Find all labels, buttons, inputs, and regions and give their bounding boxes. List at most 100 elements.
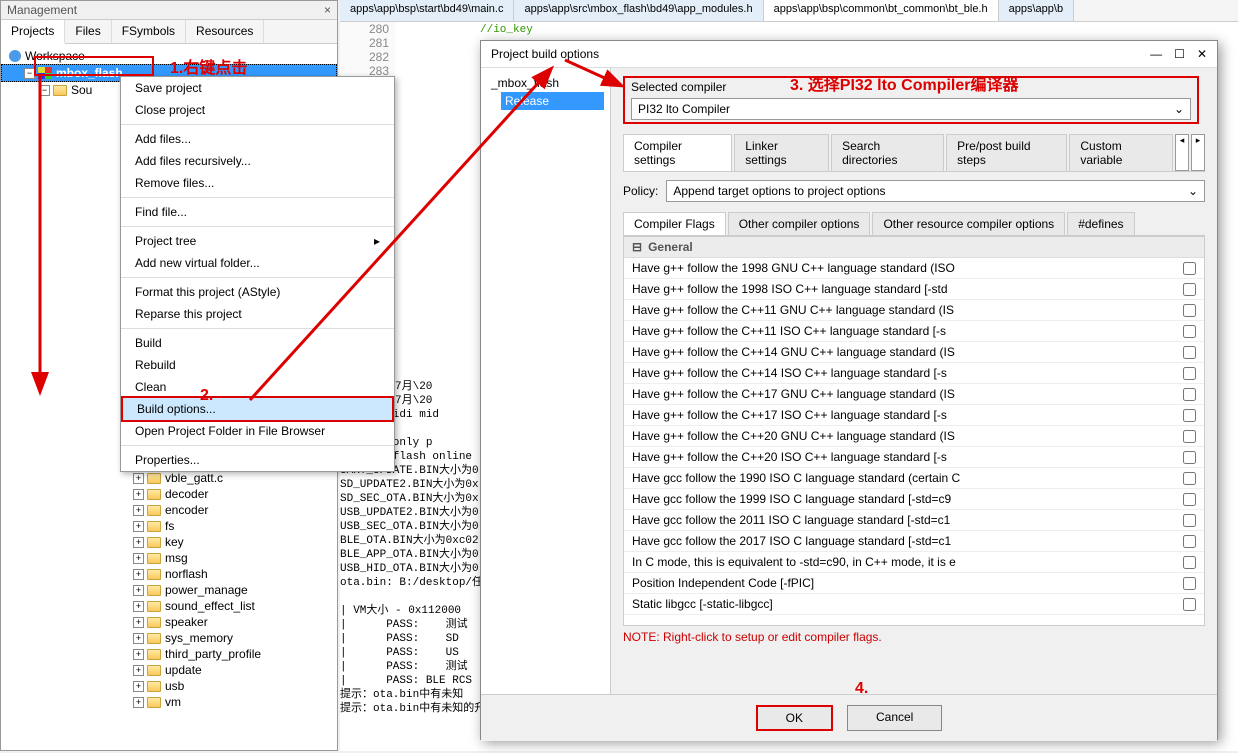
tree-expand-icon[interactable]: + bbox=[133, 617, 144, 628]
flag-checkbox[interactable] bbox=[1183, 325, 1196, 338]
tree-expand-icon[interactable]: + bbox=[133, 505, 144, 516]
tree-item[interactable]: +sys_memory bbox=[1, 630, 337, 646]
ctx-format-astyle[interactable]: Format this project (AStyle) bbox=[121, 281, 394, 303]
tree-item[interactable]: +vm bbox=[1, 694, 337, 710]
flag-row[interactable]: Have gcc follow the 2011 ISO C language … bbox=[624, 510, 1204, 531]
tree-expand-icon[interactable]: + bbox=[133, 665, 144, 676]
tree-expand-icon[interactable]: + bbox=[133, 553, 144, 564]
tree-expand-icon[interactable]: + bbox=[133, 537, 144, 548]
tab-prepost[interactable]: Pre/post build steps bbox=[946, 134, 1067, 171]
ctx-build[interactable]: Build bbox=[121, 332, 394, 354]
tree-item[interactable]: +encoder bbox=[1, 502, 337, 518]
flag-row[interactable]: Have g++ follow the C++17 ISO C++ langua… bbox=[624, 405, 1204, 426]
ctx-build-options[interactable]: Build options... bbox=[121, 396, 394, 422]
editor-tab[interactable]: apps\app\b bbox=[999, 0, 1074, 21]
maximize-icon[interactable]: ☐ bbox=[1174, 47, 1185, 61]
flag-row[interactable]: Have g++ follow the C++20 GNU C++ langua… bbox=[624, 426, 1204, 447]
subtab-compiler-flags[interactable]: Compiler Flags bbox=[623, 212, 726, 235]
tree-collapse-icon[interactable]: − bbox=[24, 68, 35, 79]
flag-checkbox[interactable] bbox=[1183, 388, 1196, 401]
ok-button[interactable]: OK bbox=[756, 705, 833, 731]
tree-expand-icon[interactable]: + bbox=[133, 521, 144, 532]
editor-tab[interactable]: apps\app\bsp\common\bt_common\bt_ble.h bbox=[764, 0, 999, 21]
workspace-node[interactable]: Workspace bbox=[1, 48, 337, 64]
flag-row[interactable]: Have g++ follow the C++17 GNU C++ langua… bbox=[624, 384, 1204, 405]
ctx-add-virtual-folder[interactable]: Add new virtual folder... bbox=[121, 252, 394, 274]
minimize-icon[interactable]: — bbox=[1150, 47, 1162, 61]
tab-scroll-left-icon[interactable]: ◂ bbox=[1175, 134, 1189, 171]
tree-collapse-icon[interactable]: − bbox=[39, 85, 50, 96]
ctx-open-folder[interactable]: Open Project Folder in File Browser bbox=[121, 420, 394, 442]
flag-checkbox[interactable] bbox=[1183, 262, 1196, 275]
flag-checkbox[interactable] bbox=[1183, 346, 1196, 359]
ctx-find-file[interactable]: Find file... bbox=[121, 201, 394, 223]
ctx-close-project[interactable]: Close project bbox=[121, 99, 394, 121]
tree-expand-icon[interactable]: + bbox=[133, 649, 144, 660]
tab-files[interactable]: Files bbox=[65, 20, 111, 43]
tree-item[interactable]: +key bbox=[1, 534, 337, 550]
tree-item[interactable]: +power_manage bbox=[1, 582, 337, 598]
editor-tab[interactable]: apps\app\bsp\start\bd49\main.c bbox=[340, 0, 514, 21]
tab-projects[interactable]: Projects bbox=[1, 20, 65, 44]
tab-fsymbols[interactable]: FSymbols bbox=[112, 20, 186, 43]
subtab-defines[interactable]: #defines bbox=[1067, 212, 1134, 235]
target-release[interactable]: Release bbox=[501, 92, 604, 110]
management-close-icon[interactable]: × bbox=[324, 3, 331, 17]
ctx-clean[interactable]: Clean bbox=[121, 376, 394, 398]
tab-scroll-right-icon[interactable]: ▸ bbox=[1191, 134, 1205, 171]
flag-checkbox[interactable] bbox=[1183, 598, 1196, 611]
flag-row[interactable]: Have g++ follow the C++20 ISO C++ langua… bbox=[624, 447, 1204, 468]
flag-row[interactable]: Have g++ follow the 1998 GNU C++ languag… bbox=[624, 258, 1204, 279]
flag-row[interactable]: Have g++ follow the C++11 ISO C++ langua… bbox=[624, 321, 1204, 342]
subtab-other-compiler[interactable]: Other compiler options bbox=[728, 212, 871, 235]
flag-row[interactable]: Have g++ follow the 1998 ISO C++ languag… bbox=[624, 279, 1204, 300]
tree-item[interactable]: +sound_effect_list bbox=[1, 598, 337, 614]
tree-expand-icon[interactable]: + bbox=[133, 489, 144, 500]
ctx-properties[interactable]: Properties... bbox=[121, 449, 394, 471]
tree-item[interactable]: +msg bbox=[1, 550, 337, 566]
target-project[interactable]: _mbox_flash bbox=[487, 74, 604, 92]
flag-checkbox[interactable] bbox=[1183, 367, 1196, 380]
tree-expand-icon[interactable]: + bbox=[133, 697, 144, 708]
flag-row[interactable]: Static libgcc [-static-libgcc] bbox=[624, 594, 1204, 615]
tree-expand-icon[interactable]: + bbox=[133, 569, 144, 580]
flag-row[interactable]: Have g++ follow the C++11 GNU C++ langua… bbox=[624, 300, 1204, 321]
close-icon[interactable]: ✕ bbox=[1197, 47, 1207, 61]
flag-row[interactable]: In C mode, this is equivalent to -std=c9… bbox=[624, 552, 1204, 573]
ctx-reparse[interactable]: Reparse this project bbox=[121, 303, 394, 325]
flag-row[interactable]: Have gcc follow the 1990 ISO C language … bbox=[624, 468, 1204, 489]
tree-expand-icon[interactable]: + bbox=[133, 633, 144, 644]
tab-search-dirs[interactable]: Search directories bbox=[831, 134, 944, 171]
tree-expand-icon[interactable]: + bbox=[133, 681, 144, 692]
editor-tab[interactable]: apps\app\src\mbox_flash\bd49\app_modules… bbox=[514, 0, 763, 21]
flag-row[interactable]: Have gcc follow the 2017 ISO C language … bbox=[624, 531, 1204, 552]
flag-row[interactable]: Have g++ follow the C++14 ISO C++ langua… bbox=[624, 363, 1204, 384]
flag-checkbox[interactable] bbox=[1183, 493, 1196, 506]
compiler-combo[interactable]: PI32 lto Compiler ⌄ bbox=[631, 98, 1191, 120]
tree-item[interactable]: +norflash bbox=[1, 566, 337, 582]
ctx-remove-files[interactable]: Remove files... bbox=[121, 172, 394, 194]
tree-item[interactable]: +fs bbox=[1, 518, 337, 534]
target-tree[interactable]: _mbox_flash Release bbox=[481, 68, 611, 694]
flag-row[interactable]: Have gcc follow the 1999 ISO C language … bbox=[624, 489, 1204, 510]
compiler-flags-list[interactable]: ⊟General Have g++ follow the 1998 GNU C+… bbox=[623, 236, 1205, 626]
dialog-titlebar[interactable]: Project build options — ☐ ✕ bbox=[481, 41, 1217, 68]
flag-checkbox[interactable] bbox=[1183, 283, 1196, 296]
flag-row[interactable]: Position Independent Code [-fPIC] bbox=[624, 573, 1204, 594]
flags-group-toggle[interactable]: ⊟ bbox=[632, 240, 642, 254]
tree-item[interactable]: +decoder bbox=[1, 486, 337, 502]
tree-item[interactable]: +third_party_profile bbox=[1, 646, 337, 662]
ctx-save-project[interactable]: Save project bbox=[121, 77, 394, 99]
flag-checkbox[interactable] bbox=[1183, 451, 1196, 464]
tab-linker-settings[interactable]: Linker settings bbox=[734, 134, 829, 171]
flag-checkbox[interactable] bbox=[1183, 556, 1196, 569]
tree-item[interactable]: +vble_gatt.c bbox=[1, 470, 337, 486]
ctx-add-files-recursively[interactable]: Add files recursively... bbox=[121, 150, 394, 172]
tree-item[interactable]: +usb bbox=[1, 678, 337, 694]
flag-checkbox[interactable] bbox=[1183, 409, 1196, 422]
ctx-project-tree[interactable]: Project tree▸ bbox=[121, 230, 394, 252]
flag-checkbox[interactable] bbox=[1183, 304, 1196, 317]
tree-expand-icon[interactable]: + bbox=[133, 473, 144, 484]
tree-item[interactable]: +speaker bbox=[1, 614, 337, 630]
tab-resources[interactable]: Resources bbox=[186, 20, 264, 43]
